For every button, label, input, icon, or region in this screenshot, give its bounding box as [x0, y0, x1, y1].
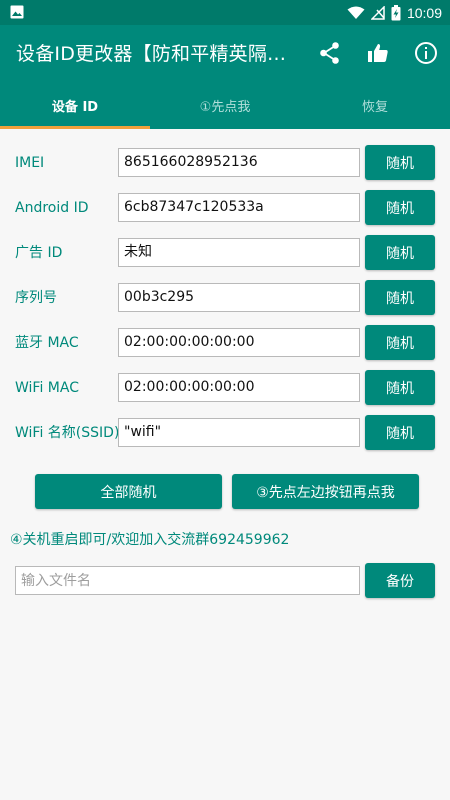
- bluetooth-mac-field[interactable]: 02:00:00:00:00:00: [118, 328, 360, 357]
- field-row-bluetooth-mac: 蓝牙 MAC 02:00:00:00:00:00 随机: [0, 325, 450, 361]
- ad-id-field[interactable]: 未知: [118, 238, 360, 267]
- android-id-random-button[interactable]: 随机: [365, 190, 435, 225]
- serial-random-button[interactable]: 随机: [365, 280, 435, 315]
- tab-device-id[interactable]: 设备 ID: [0, 81, 150, 129]
- bluetooth-mac-label: 蓝牙 MAC: [15, 335, 79, 351]
- wifi-mac-label: WiFi MAC: [15, 380, 79, 396]
- wifi-ssid-random-button[interactable]: 随机: [365, 415, 435, 450]
- step-three-button[interactable]: ③先点左边按钮再点我: [232, 474, 419, 509]
- wifi-icon: [347, 6, 365, 19]
- wifi-mac-random-button[interactable]: 随机: [365, 370, 435, 405]
- tab-indicator: [0, 126, 150, 129]
- imei-random-button[interactable]: 随机: [365, 145, 435, 180]
- backup-button[interactable]: 备份: [365, 563, 435, 598]
- randomize-all-button[interactable]: 全部随机: [35, 474, 222, 509]
- thumbs-up-icon[interactable]: [366, 41, 390, 65]
- field-row-serial: 序列号 00b3c295 随机: [0, 280, 450, 316]
- status-bar: 10:09: [0, 0, 450, 25]
- gallery-icon: [10, 5, 24, 19]
- battery-charging-icon: [391, 4, 401, 20]
- tab-restore[interactable]: 恢复: [300, 81, 450, 129]
- status-time: 10:09: [406, 4, 442, 21]
- backup-filename-input[interactable]: [15, 566, 360, 595]
- android-id-label: Android ID: [15, 200, 89, 216]
- serial-field[interactable]: 00b3c295: [118, 283, 360, 312]
- app-title: 设备ID更改器【防和平精英隔…: [16, 43, 287, 65]
- field-row-ad-id: 广告 ID 未知 随机: [0, 235, 450, 271]
- serial-label: 序列号: [15, 290, 57, 306]
- wifi-ssid-label: WiFi 名称(SSID): [15, 425, 120, 441]
- info-icon[interactable]: [414, 41, 438, 65]
- wifi-ssid-field[interactable]: "wifi": [118, 418, 360, 447]
- tab-click-first[interactable]: ①先点我: [150, 81, 300, 129]
- ad-id-random-button[interactable]: 随机: [365, 235, 435, 270]
- signal-off-icon: [370, 5, 385, 20]
- imei-field[interactable]: 865166028952136: [118, 148, 360, 177]
- android-id-field[interactable]: 6cb87347c120533a: [118, 193, 360, 222]
- tab-bar: 设备 ID ①先点我 恢复: [0, 81, 450, 129]
- field-row-wifi-ssid: WiFi 名称(SSID) "wifi" 随机: [0, 415, 450, 451]
- field-row-imei: IMEI 865166028952136 随机: [0, 145, 450, 181]
- ad-id-label: 广告 ID: [15, 245, 63, 261]
- imei-label: IMEI: [15, 155, 45, 171]
- share-icon[interactable]: [318, 41, 342, 65]
- bluetooth-mac-random-button[interactable]: 随机: [365, 325, 435, 360]
- wifi-mac-field[interactable]: 02:00:00:00:00:00: [118, 373, 360, 402]
- field-row-wifi-mac: WiFi MAC 02:00:00:00:00:00 随机: [0, 370, 450, 406]
- field-row-android-id: Android ID 6cb87347c120533a 随机: [0, 190, 450, 226]
- reboot-note: ④关机重启即可/欢迎加入交流群692459962: [10, 532, 290, 548]
- app-bar: 设备ID更改器【防和平精英隔…: [0, 25, 450, 81]
